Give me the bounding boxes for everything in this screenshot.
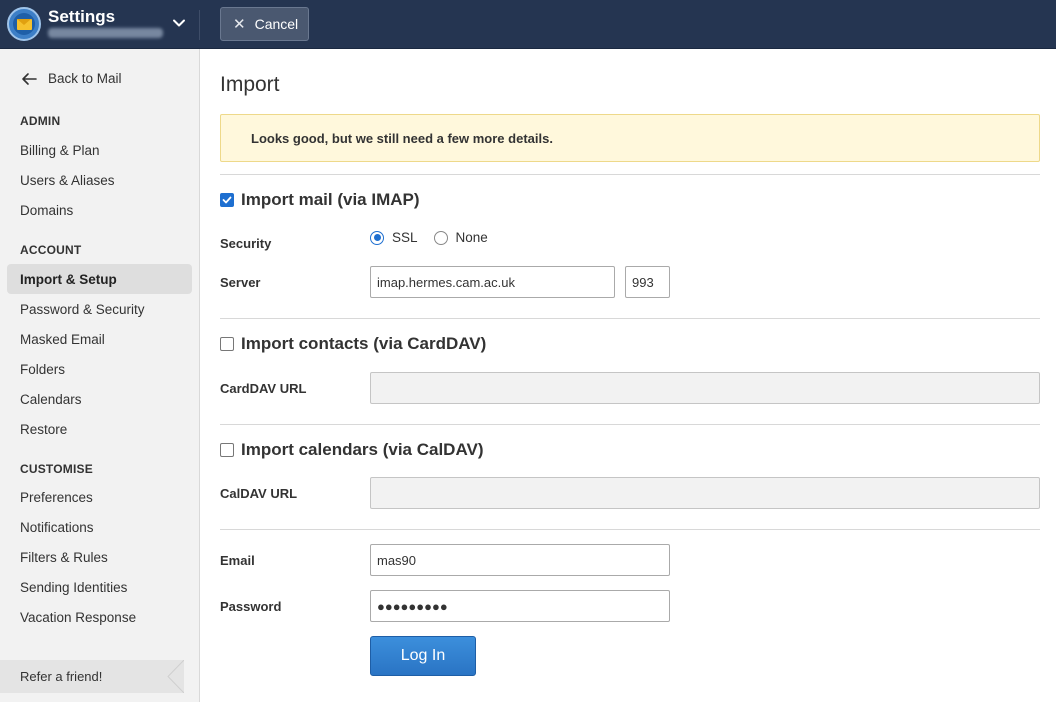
- sidebar-item-folders[interactable]: Folders: [7, 354, 192, 384]
- sidebar-item-restore[interactable]: Restore: [7, 414, 192, 444]
- sidebar-item-password-security[interactable]: Password & Security: [7, 294, 192, 324]
- section-heading-customise: CUSTOMISE: [20, 462, 93, 476]
- sidebar-item-users-aliases[interactable]: Users & Aliases: [7, 165, 192, 195]
- sidebar-item-vacation-response[interactable]: Vacation Response: [7, 602, 192, 632]
- section-heading-admin: ADMIN: [20, 114, 61, 128]
- log-in-button[interactable]: Log In: [370, 636, 476, 676]
- carddav-url-label: CardDAV URL: [220, 381, 307, 396]
- import-mail-row[interactable]: Import mail (via IMAP): [220, 190, 420, 210]
- server-input[interactable]: imap.hermes.cam.ac.uk: [370, 266, 615, 298]
- fastmail-logo-icon: [7, 7, 41, 41]
- sidebar-item-masked-email[interactable]: Masked Email: [7, 324, 192, 354]
- security-ssl-label[interactable]: SSL: [392, 230, 418, 245]
- divider: [220, 174, 1040, 175]
- sidebar-item-sending-identities[interactable]: Sending Identities: [7, 572, 192, 602]
- page-title: Import: [220, 73, 280, 96]
- cancel-button[interactable]: ✕ Cancel: [220, 7, 309, 41]
- app-title: Settings: [48, 7, 116, 26]
- security-label: Security: [220, 236, 272, 251]
- import-mail-checkbox[interactable]: [220, 193, 234, 207]
- back-to-mail-link[interactable]: Back to Mail: [20, 71, 122, 86]
- server-label: Server: [220, 275, 261, 290]
- sidebar-item-billing[interactable]: Billing & Plan: [7, 135, 192, 165]
- security-none-label[interactable]: None: [456, 230, 488, 245]
- import-mail-label: Import mail (via IMAP): [241, 190, 420, 209]
- security-radio-group: SSL None: [370, 230, 504, 245]
- back-to-mail-label: Back to Mail: [48, 71, 122, 86]
- refer-a-friend-button[interactable]: Refer a friend!: [0, 660, 184, 693]
- close-icon: ✕: [233, 15, 246, 33]
- divider: [220, 318, 1040, 319]
- import-contacts-row[interactable]: Import contacts (via CardDAV): [220, 334, 486, 354]
- caldav-url-label: CalDAV URL: [220, 486, 298, 501]
- sidebar-item-preferences[interactable]: Preferences: [7, 482, 192, 512]
- sidebar-item-calendars[interactable]: Calendars: [7, 384, 192, 414]
- sidebar-item-domains[interactable]: Domains: [7, 195, 192, 225]
- warning-notice: Looks good, but we still need a few more…: [220, 114, 1040, 162]
- import-contacts-checkbox[interactable]: [220, 337, 234, 351]
- divider: [220, 424, 1040, 425]
- sidebar-item-import-setup[interactable]: Import & Setup: [7, 264, 192, 294]
- import-calendars-checkbox[interactable]: [220, 443, 234, 457]
- caldav-url-input[interactable]: [370, 477, 1040, 509]
- password-input[interactable]: ●●●●●●●●●: [370, 590, 670, 622]
- carddav-url-input[interactable]: [370, 372, 1040, 404]
- sidebar-item-notifications[interactable]: Notifications: [7, 512, 192, 542]
- email-label: Email: [220, 553, 255, 568]
- import-calendars-label: Import calendars (via CalDAV): [241, 440, 484, 459]
- import-calendars-row[interactable]: Import calendars (via CalDAV): [220, 440, 483, 460]
- cancel-label: Cancel: [254, 16, 299, 32]
- security-ssl-radio[interactable]: [370, 230, 384, 245]
- security-none-radio[interactable]: [433, 230, 448, 245]
- chevron-down-icon[interactable]: [172, 16, 186, 30]
- arrow-left-icon: [22, 72, 37, 85]
- account-name-blurred: [48, 28, 163, 38]
- header-divider: [199, 10, 200, 40]
- section-heading-account: ACCOUNT: [20, 243, 82, 257]
- sidebar: Back to Mail ADMIN Billing & Plan Users …: [0, 49, 200, 702]
- import-contacts-label: Import contacts (via CardDAV): [241, 334, 487, 353]
- checkmark-icon: [222, 196, 232, 204]
- email-input[interactable]: mas90: [370, 544, 670, 576]
- divider: [220, 529, 1040, 530]
- top-bar: Settings ✕ Cancel: [0, 0, 1056, 49]
- sidebar-item-filters-rules[interactable]: Filters & Rules: [7, 542, 192, 572]
- password-label: Password: [220, 599, 282, 614]
- refer-tab-notch: [166, 660, 184, 693]
- port-input[interactable]: 993: [625, 266, 670, 298]
